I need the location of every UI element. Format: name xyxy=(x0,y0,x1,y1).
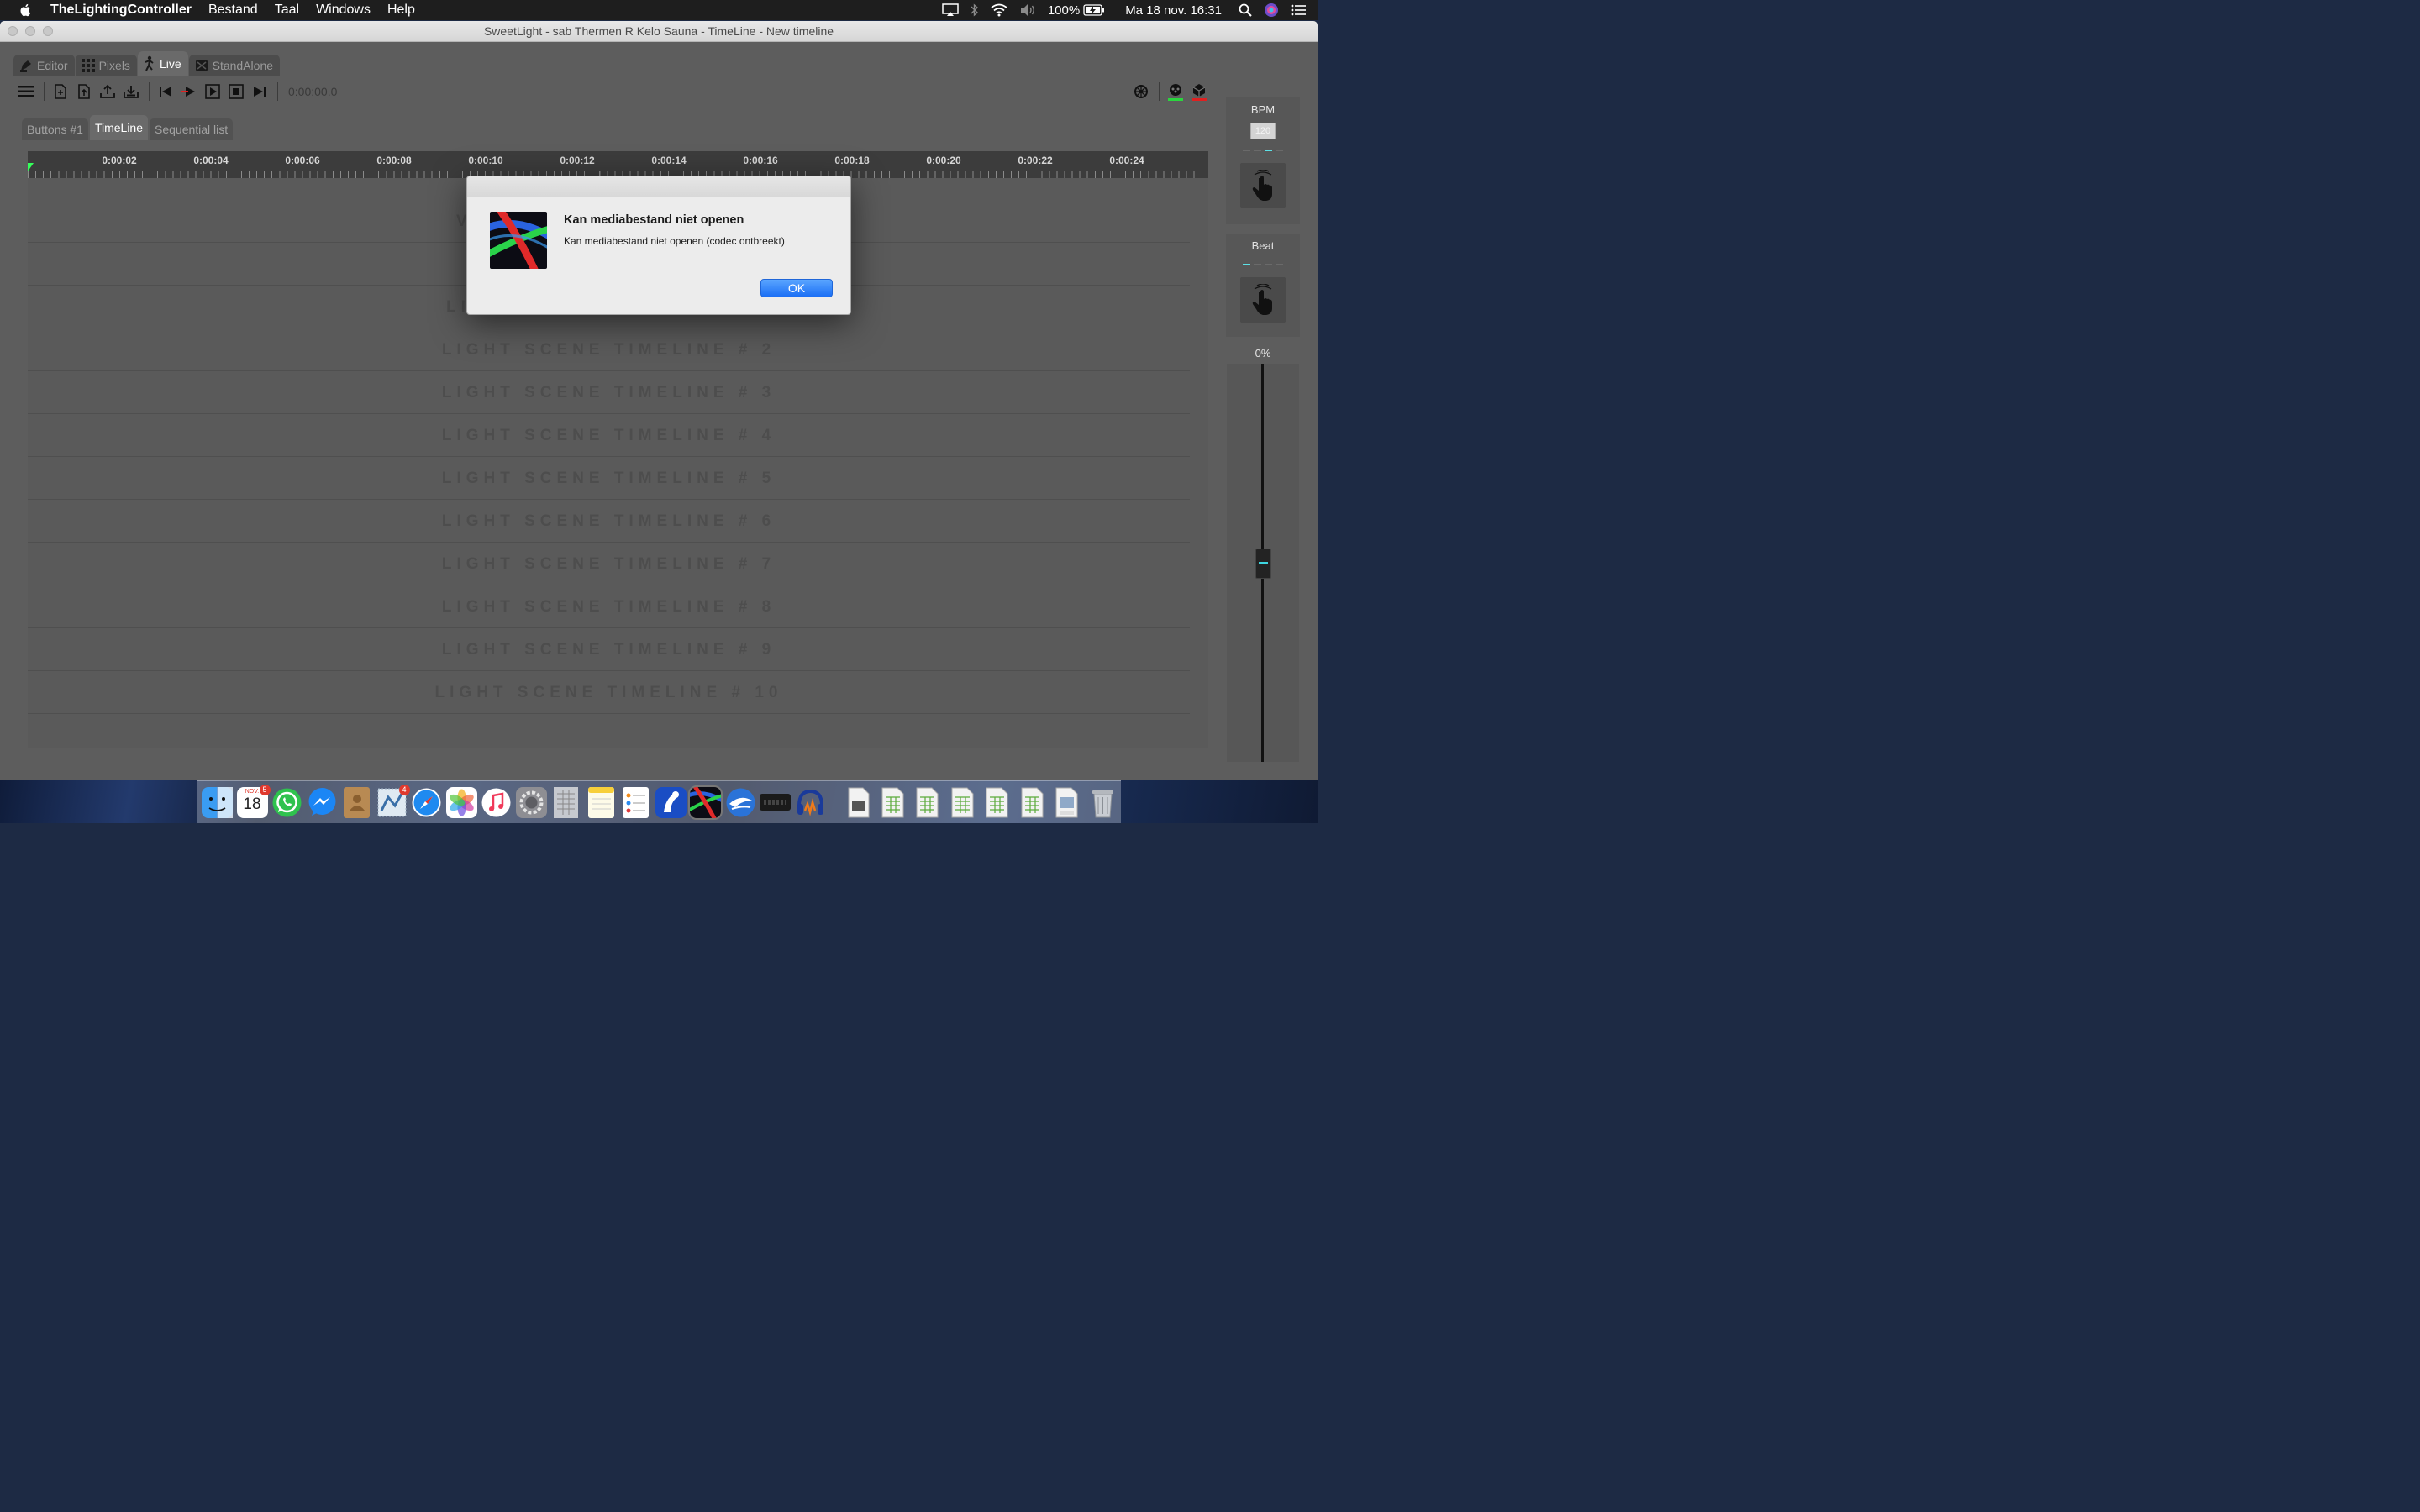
window-controls xyxy=(8,26,53,36)
dock-contacts[interactable] xyxy=(341,786,372,818)
dialog-title: Kan mediabestand niet openen xyxy=(564,213,744,227)
zoom-window-button[interactable] xyxy=(43,26,53,36)
dock-spreadsheet-stack[interactable] xyxy=(913,787,944,818)
dock-reminders[interactable] xyxy=(620,786,651,818)
dock-timecode-app[interactable] xyxy=(760,787,791,818)
dock-messenger[interactable] xyxy=(307,787,338,818)
calendar-badge: 5 xyxy=(259,784,271,795)
dock-system-preferences[interactable] xyxy=(515,786,547,818)
dock-music[interactable] xyxy=(481,787,512,818)
window-titlebar[interactable]: SweetLight - sab Thermen R Kelo Sauna - … xyxy=(0,21,1318,42)
spreadsheet-stack-icon xyxy=(986,787,1008,817)
battery-icon[interactable] xyxy=(1083,4,1105,16)
dock-lighting-controller[interactable] xyxy=(687,784,724,821)
calendar-day: 18 xyxy=(243,795,261,813)
dock-finder[interactable] xyxy=(202,786,233,818)
wifi-icon[interactable] xyxy=(991,3,1007,17)
reminders-icon xyxy=(623,786,649,818)
app-icon xyxy=(490,212,547,269)
lighting-controller-app-icon xyxy=(490,212,547,269)
png-file-icon xyxy=(1055,787,1078,817)
safari-icon xyxy=(412,788,441,816)
spreadsheet-stack-icon xyxy=(916,787,939,817)
menu-bestand[interactable]: Bestand xyxy=(208,3,258,18)
siri-icon[interactable] xyxy=(1264,3,1279,18)
mail-badge: 4 xyxy=(398,784,410,795)
error-dialog: Kan mediabestand niet openen Kan mediabe… xyxy=(466,176,851,315)
dock-hypnotizer[interactable] xyxy=(655,786,687,818)
music-icon xyxy=(481,788,511,816)
blue-app-icon xyxy=(655,786,687,818)
dock-spreadsheet-stack[interactable] xyxy=(1018,787,1049,818)
dock-audio-app[interactable] xyxy=(795,787,826,818)
spotlight-search-icon[interactable] xyxy=(1239,3,1252,17)
notes-icon xyxy=(587,786,614,818)
modal-backdrop xyxy=(0,41,1318,780)
menu-bar: TheLightingController Bestand Taal Windo… xyxy=(0,0,1318,20)
menu-help[interactable]: Help xyxy=(387,3,415,18)
system-preferences-gear-icon xyxy=(515,786,547,818)
document-icon xyxy=(848,787,870,817)
spreadsheet-stack-icon xyxy=(1021,787,1043,817)
dock-whatsapp[interactable] xyxy=(271,787,302,818)
menu-taal[interactable]: Taal xyxy=(275,3,299,18)
headphones-icon xyxy=(797,789,823,816)
finder-icon xyxy=(202,786,233,818)
notification-center-icon[interactable] xyxy=(1291,4,1306,16)
photos-icon xyxy=(445,786,477,818)
dock-png-file[interactable] xyxy=(1052,787,1083,818)
dock-trash[interactable] xyxy=(1087,787,1118,818)
dock: NOV. 18 5 4 xyxy=(197,780,1121,823)
messenger-icon xyxy=(308,787,335,816)
dock-safari[interactable] xyxy=(411,787,442,818)
dock-numbers-file[interactable] xyxy=(550,786,581,818)
spreadsheet-stack-icon xyxy=(881,787,903,817)
dock-document[interactable] xyxy=(843,787,874,818)
trash-icon xyxy=(1092,790,1113,817)
lighting-controller-dock-icon xyxy=(687,784,724,821)
whatsapp-icon xyxy=(272,788,302,816)
dialog-message: Kan mediabestand niet openen (codec ontb… xyxy=(564,235,785,247)
clock[interactable]: Ma 18 nov. 16:31 xyxy=(1125,3,1222,18)
dock-notes[interactable] xyxy=(586,786,617,818)
battery-percent: 100% xyxy=(1047,3,1081,18)
dock-photos[interactable] xyxy=(445,786,477,818)
dock-spreadsheet-stack[interactable] xyxy=(878,787,909,818)
bird-app-icon xyxy=(726,788,755,816)
dock-mail[interactable]: 4 xyxy=(376,784,410,818)
menu-app-name[interactable]: TheLightingController xyxy=(50,3,192,18)
close-window-button[interactable] xyxy=(8,26,18,36)
dock-spreadsheet-stack[interactable] xyxy=(948,787,979,818)
ok-button[interactable]: OK xyxy=(760,279,833,297)
apple-icon[interactable] xyxy=(18,3,34,18)
bluetooth-icon[interactable] xyxy=(971,3,979,17)
minimize-window-button[interactable] xyxy=(25,26,35,36)
airplay-icon[interactable] xyxy=(942,3,959,17)
menu-windows[interactable]: Windows xyxy=(316,3,371,18)
contacts-icon xyxy=(344,786,370,818)
dialog-titlebar xyxy=(467,176,850,197)
spreadsheet-stack-icon xyxy=(951,787,973,817)
spreadsheet-icon xyxy=(554,786,578,818)
dock-calendar[interactable]: NOV. 18 5 xyxy=(236,784,271,818)
dock-spreadsheet-stack[interactable] xyxy=(982,787,1013,818)
volume-icon[interactable] xyxy=(1019,3,1036,17)
timecode-app-icon xyxy=(760,793,791,811)
window-title: SweetLight - sab Thermen R Kelo Sauna - … xyxy=(483,24,834,38)
dock-bird-app[interactable] xyxy=(725,787,756,818)
